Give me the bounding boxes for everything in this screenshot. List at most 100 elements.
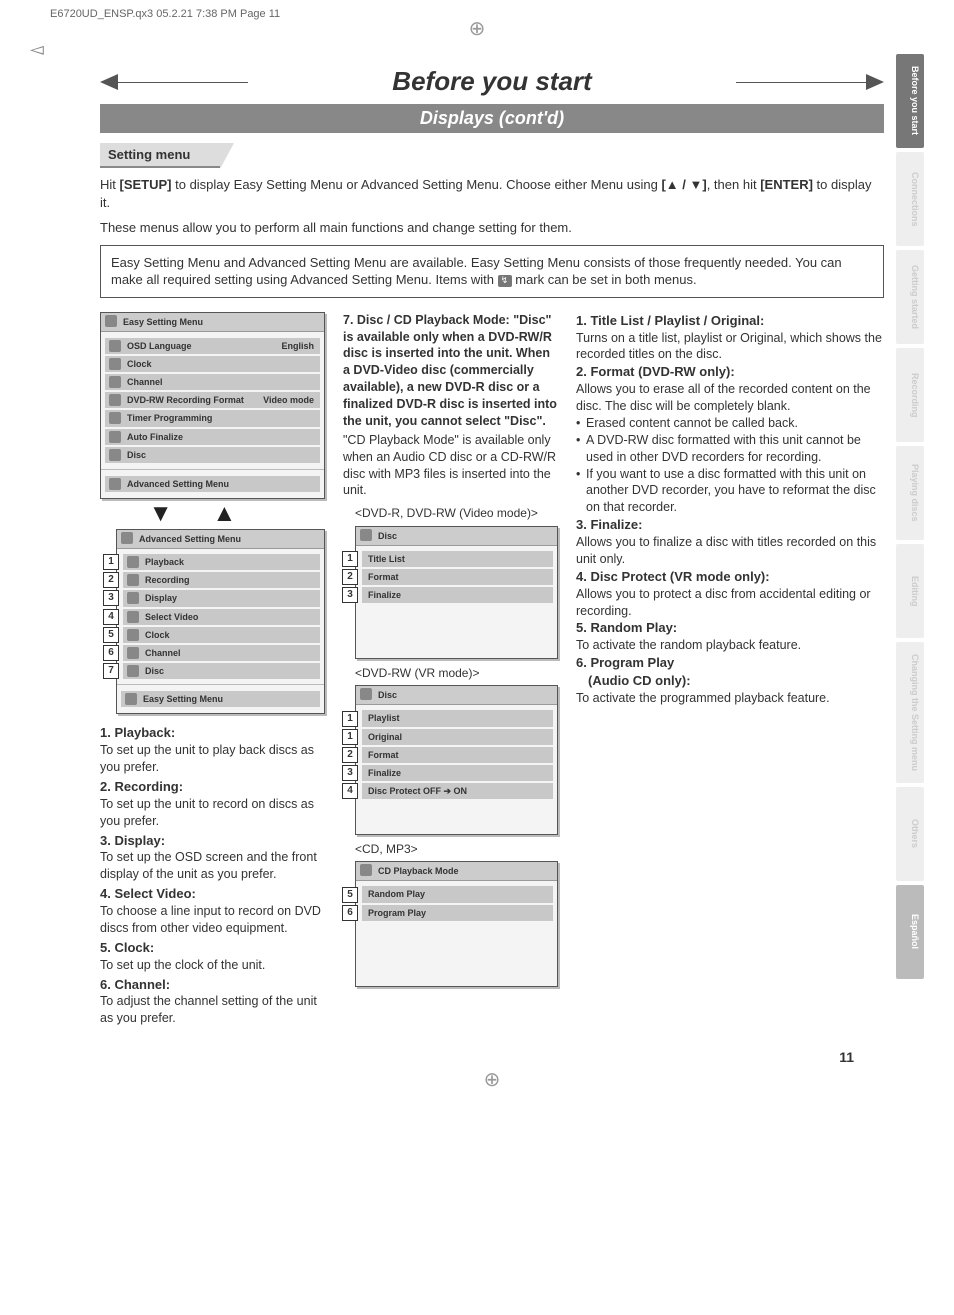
- disc-menu-video: Disc 1Title List2Format3Finalize: [355, 526, 558, 660]
- menu-row: Disc: [123, 663, 320, 679]
- description-item: 5. Clock: To set up the clock of the unit…: [100, 939, 325, 974]
- row-icon: [109, 340, 121, 352]
- side-tab: Changing the Setting menu: [896, 642, 924, 783]
- menu-row: Clock: [123, 627, 320, 643]
- row-label: Clock: [145, 629, 170, 641]
- numbered-row: 1Playback: [103, 553, 320, 571]
- desc-body: To activate the random playback feature.: [576, 638, 801, 652]
- bullet-dot: •: [576, 432, 586, 466]
- numbered-row: 5 Random Play: [342, 885, 553, 903]
- description-item: 4. Disc Protect (VR mode only): Allows yo…: [576, 568, 884, 620]
- row-label: Format: [368, 571, 399, 583]
- caption-video-mode: <DVD-R, DVD-RW (Video mode)>: [355, 505, 558, 521]
- desc-body: To set up the OSD screen and the front d…: [100, 850, 317, 881]
- row-label: Finalize: [368, 589, 401, 601]
- row-label: Disc: [145, 665, 164, 677]
- callout-number: 5: [103, 627, 119, 643]
- text: to display Easy Setting Menu or Advanced…: [172, 177, 662, 192]
- numbered-row: 3Display: [103, 589, 320, 607]
- callout-number: 2: [342, 747, 358, 763]
- desc-head: 5. Clock:: [100, 940, 154, 955]
- text: CD Playback Mode: [378, 866, 459, 876]
- row-label: Auto Finalize: [127, 431, 183, 443]
- callout-number: 1: [342, 551, 358, 567]
- menu-row: Disc Protect OFF ➔ ON: [362, 783, 553, 799]
- side-tab: Connections: [896, 152, 924, 246]
- row-label: Select Video: [145, 611, 198, 623]
- easy-setting-menu-screenshot: Easy Setting Menu OSD LanguageEnglishClo…: [100, 312, 325, 499]
- numbered-row: 3 Finalize: [342, 586, 553, 604]
- cd-playback-menu: CD Playback Mode 5Random Play6Program Pl…: [355, 861, 558, 986]
- menu-row: Clock: [105, 356, 320, 372]
- desc-body: Allows you to protect a disc from accide…: [576, 587, 871, 618]
- row-icon: [109, 394, 121, 406]
- callout-number: 3: [342, 587, 358, 603]
- text: Easy Setting Menu: [143, 693, 223, 705]
- side-tab: Editing: [896, 544, 924, 638]
- menu-row: Display: [123, 590, 320, 606]
- disc-icon: [360, 688, 372, 700]
- callout-number: 5: [342, 887, 358, 903]
- text: , then hit: [707, 177, 760, 192]
- menu-row: Playlist: [362, 710, 553, 726]
- bullet-text: A DVD-RW disc formatted with this unit c…: [586, 432, 884, 466]
- row-label: Random Play: [368, 888, 425, 900]
- menu-icon: [121, 532, 133, 544]
- desc-head: 1. Title List / Playlist / Original:: [576, 313, 764, 328]
- row-label: Channel: [145, 647, 181, 659]
- desc-body: To activate the programmed playback feat…: [576, 691, 830, 705]
- menu-row: Select Video: [123, 609, 320, 625]
- desc-body: To adjust the channel setting of the uni…: [100, 994, 317, 1025]
- row-label: Program Play: [368, 907, 426, 919]
- intro-paragraph-2: These menus allow you to perform all mai…: [100, 219, 884, 237]
- text: Easy Setting Menu and Advanced Setting M…: [111, 255, 842, 288]
- callout-number: 1: [342, 711, 358, 727]
- description-item: 1. Playback:To set up the unit to play b…: [100, 724, 325, 776]
- row-label: Finalize: [368, 767, 401, 779]
- side-tab: Getting started: [896, 250, 924, 344]
- row-icon: [127, 665, 139, 677]
- description-item: 2. Format (DVD-RW only):Allows you to er…: [576, 363, 884, 415]
- description-item: 3. Finalize:Allows you to finalize a dis…: [576, 516, 884, 568]
- bullet-dot: •: [576, 466, 586, 517]
- callout-number: 1: [342, 729, 358, 745]
- numbered-row: 4Select Video: [103, 608, 320, 626]
- row-label: Playlist: [368, 712, 400, 724]
- row-icon: [127, 592, 139, 604]
- desc-head-7: 7. Disc / CD Playback Mode: "Disc" is av…: [343, 313, 557, 428]
- text: Disc: [378, 690, 397, 700]
- menu-row: Title List: [362, 551, 553, 567]
- row-icon: [109, 358, 121, 370]
- row-icon: [127, 574, 139, 586]
- callout-number: 1: [103, 554, 119, 570]
- info-box: Easy Setting Menu and Advanced Setting M…: [100, 245, 884, 298]
- desc-body: To choose a line input to record on DVD …: [100, 904, 321, 935]
- desc-head: 6. Program Play: [576, 655, 674, 670]
- numbered-row: 1 Playlist: [342, 709, 553, 727]
- row-label: Original: [368, 731, 402, 743]
- crop-mark-bottom: [100, 1075, 884, 1085]
- menu-row: Format: [362, 747, 553, 763]
- page-subtitle: Displays (cont'd): [100, 104, 884, 133]
- desc-body: To set up the clock of the unit.: [100, 958, 265, 972]
- row-icon: [127, 556, 139, 568]
- menu-row: Program Play: [362, 905, 553, 921]
- intro-paragraph-1: Hit [SETUP] to display Easy Setting Menu…: [100, 176, 884, 211]
- text: Advanced Setting Menu: [127, 478, 229, 490]
- callout-number: 2: [103, 572, 119, 588]
- numbered-row: 1Title List: [342, 550, 553, 568]
- description-item: 3. Display: To set up the OSD screen and …: [100, 832, 325, 884]
- callout-number: 6: [342, 905, 358, 921]
- callout-number: 7: [103, 663, 119, 679]
- caption-cd-mp3: <CD, MP3>: [355, 841, 558, 857]
- desc-head: 3. Display:: [100, 833, 165, 848]
- bullet-text: Erased content cannot be called back.: [586, 415, 798, 432]
- bullet-item: •If you want to use a disc formatted wit…: [576, 466, 884, 517]
- side-tab: Español: [896, 885, 924, 979]
- disc-icon: [360, 529, 372, 541]
- desc-head: 4. Disc Protect (VR mode only):: [576, 569, 770, 584]
- text: Advanced Setting Menu: [139, 534, 241, 544]
- menu-row: Timer Programming: [105, 410, 320, 426]
- description-item: 6. Program Play(Audio CD only):To activa…: [576, 654, 884, 707]
- callout-number: 3: [103, 590, 119, 606]
